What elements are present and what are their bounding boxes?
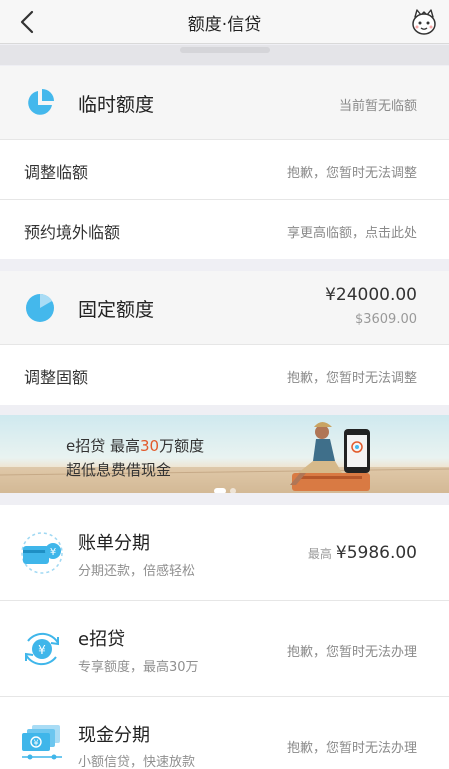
bill-installment-row[interactable]: ¥ 账单分期 分期还款，倍感轻松 最高 ¥5986.00 xyxy=(0,505,449,601)
svg-text:¥: ¥ xyxy=(50,547,56,558)
pie-chart-icon xyxy=(28,89,54,115)
temporary-limit-row[interactable]: 临时额度 当前暂无临额 xyxy=(0,66,449,140)
adjust-fixed-status: 抱歉，您暂时无法调整 xyxy=(286,371,417,386)
header-divider-strip xyxy=(0,45,449,65)
header-shadow xyxy=(180,47,270,53)
banner-headline: e招贷 最高30万额度 xyxy=(66,435,204,456)
fixed-limit-row[interactable]: 固定额度 ¥24000.00 $3609.00 xyxy=(0,271,449,345)
pie-chart-icon xyxy=(26,294,54,322)
fixed-limit-available: $3609.00 xyxy=(354,312,417,327)
e-loan-promo-banner[interactable]: e招贷 最高30万额度 超低息费借现金 xyxy=(0,415,449,493)
adjust-fixed-row[interactable]: 调整固额 抱歉，您暂时无法调整 xyxy=(0,345,449,405)
temporary-limit-status: 当前暂无临额 xyxy=(338,99,417,114)
adjust-temporary-row[interactable]: 调整临额 抱歉，您暂时无法调整 xyxy=(0,140,449,200)
bill-installment-title: 账单分期 xyxy=(78,533,150,554)
e-loan-title: e招贷 xyxy=(78,629,126,650)
amount-prefix: 最高 xyxy=(307,547,332,561)
cash-installment-title: 现金分期 xyxy=(78,725,150,746)
svg-text:¥: ¥ xyxy=(38,643,46,657)
overseas-temporary-row[interactable]: 预约境外临额 享更高临额，点击此处 xyxy=(0,200,449,259)
e-loan-status: 抱歉，您暂时无法办理 xyxy=(286,645,417,660)
mascot-avatar-icon[interactable] xyxy=(409,7,439,37)
banner-dot[interactable] xyxy=(230,488,236,493)
fixed-limit-amount: ¥24000.00 xyxy=(325,285,417,305)
cash-installment-row[interactable]: ¥ 现金分期 小额信贷，快速放款 抱歉，您暂时无法办理 xyxy=(0,697,449,769)
page-title: 额度·信贷 xyxy=(187,15,262,35)
e-loan-row[interactable]: ¥ e招贷 专享额度，最高30万 抱歉，您暂时无法办理 xyxy=(0,601,449,697)
banner-subline: 超低息费借现金 xyxy=(66,461,172,479)
yuan-cycle-icon: ¥ xyxy=(25,632,59,666)
cash-installment-status: 抱歉，您暂时无法办理 xyxy=(286,741,417,756)
fixed-limit-title: 固定额度 xyxy=(78,299,155,321)
cash-stack-icon: ¥ xyxy=(22,725,62,760)
amount-value: ¥5986.00 xyxy=(335,543,417,563)
adjust-fixed-label: 调整固额 xyxy=(24,368,89,387)
banner-pagination[interactable] xyxy=(214,479,240,493)
banner-dot-active[interactable] xyxy=(214,488,226,493)
bill-installment-amount: 最高 ¥5986.00 xyxy=(308,543,417,563)
adjust-temporary-status: 抱歉，您暂时无法调整 xyxy=(286,166,417,181)
overseas-temporary-status: 享更高临额，点击此处 xyxy=(286,226,417,241)
banner-headline-highlight: 30 xyxy=(140,437,160,455)
e-loan-subtitle: 专享额度，最高30万 xyxy=(78,660,199,675)
overseas-temporary-label: 预约境外临额 xyxy=(24,223,121,242)
card-coin-icon: ¥ xyxy=(21,532,63,574)
cash-installment-subtitle: 小额信贷，快速放款 xyxy=(78,755,196,769)
banner-headline-prefix: e招贷 最高 xyxy=(66,437,140,455)
navbar: 额度·信贷 xyxy=(0,0,449,44)
credit-limit-page: 额度·信贷 临时额度 当前暂无临额 调整临额 抱歉，您暂时无法调整 预约境外临额… xyxy=(0,0,449,769)
svg-text:¥: ¥ xyxy=(33,739,38,748)
adjust-temporary-label: 调整临额 xyxy=(24,163,89,182)
banner-headline-suffix: 万额度 xyxy=(159,437,205,455)
bill-installment-subtitle: 分期还款，倍感轻松 xyxy=(78,564,196,579)
temporary-limit-title: 临时额度 xyxy=(78,94,155,116)
